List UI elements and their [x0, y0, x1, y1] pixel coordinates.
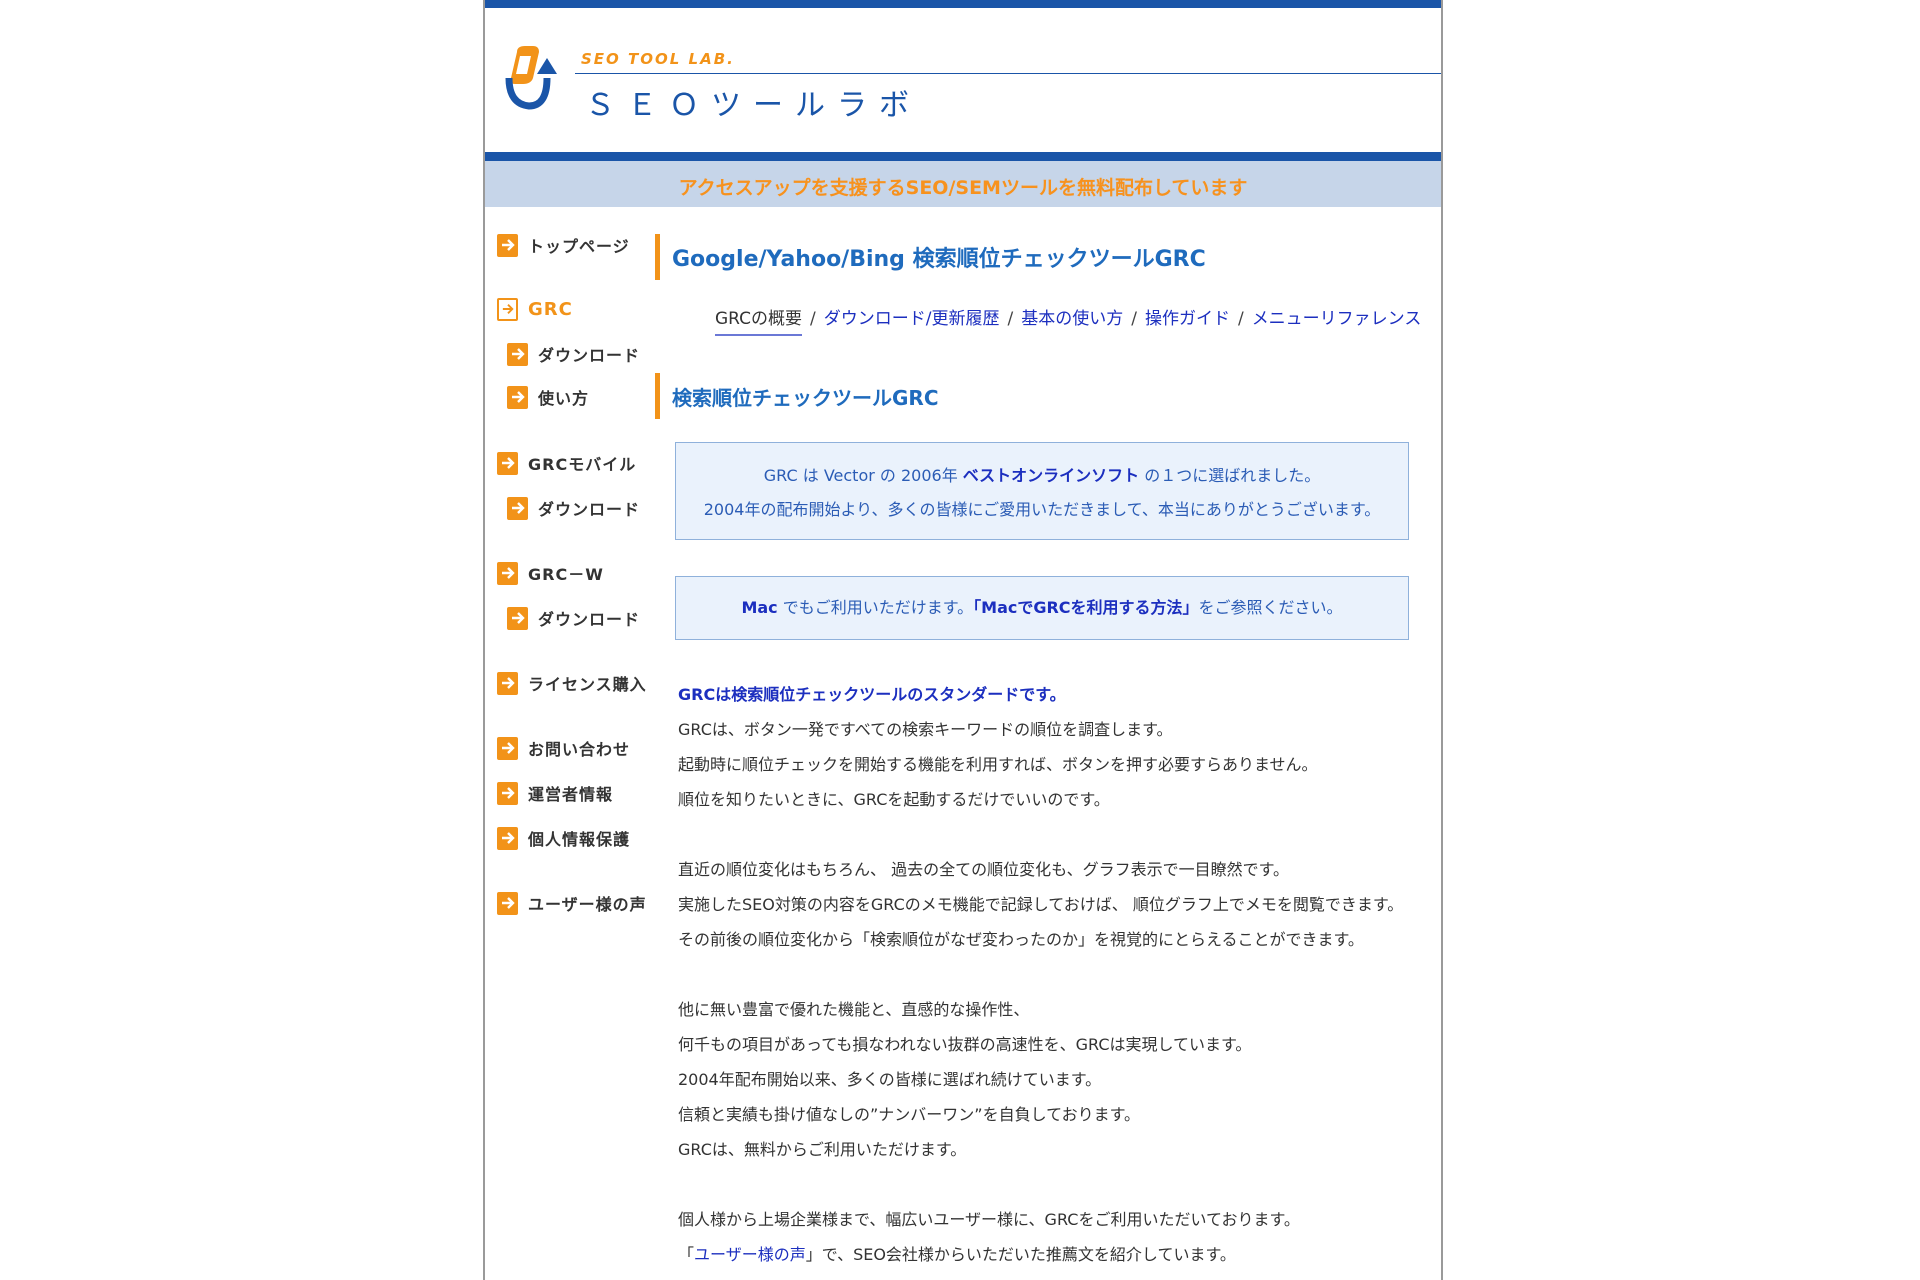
page-title: Google/Yahoo/Bing 検索順位チェックツールGRC [655, 234, 1206, 280]
description-body: GRCは検索順位チェックツールのスタンダードです。 GRCは、ボタン一発ですべて… [678, 677, 1403, 1272]
tab-basic-usage[interactable]: 基本の使い方 [1021, 309, 1123, 329]
arrow-right-icon [497, 561, 518, 585]
body-line: 順位を知りたいときに、GRCを起動するだけでいいのです。 [678, 790, 1110, 809]
body-line: 何千もの項目があっても損なわれない抜群の高速性を、GRCは実現しています。 [678, 1035, 1252, 1054]
sidebar-item-grc-usage[interactable]: 使い方 [507, 382, 589, 412]
body-text: 」で、SEO会社様からいただいた推薦文を紹介しています。 [805, 1245, 1236, 1264]
award-text: GRC は Vector の 2006年 [763, 466, 963, 485]
sidebar-item-label: 使い方 [538, 389, 590, 408]
page-container: SEO TOOL LAB. ＳＥＯツールラボ アクセスアップを支援するSEO/S… [483, 0, 1443, 1280]
sidebar-item-label: ダウンロード [538, 346, 641, 365]
sidebar-item-label: ダウンロード [538, 610, 641, 629]
paragraph: GRCは、ボタン一発ですべての検索キーワードの順位を調査します。 起動時に順位チ… [678, 712, 1403, 817]
logo-title: ＳＥＯツールラボ [585, 88, 921, 123]
sidebar-item-grc-mobile-download[interactable]: ダウンロード [507, 493, 640, 523]
tab-separator: / [1237, 309, 1244, 329]
body-line: 直近の順位変化はもちろん、 過去の全ての順位変化も、グラフ表示で一目瞭然です。 [678, 860, 1290, 879]
section-title: 検索順位チェックツールGRC [655, 373, 939, 419]
lead-text: GRCは検索順位チェックツールのスタンダードです。 [678, 685, 1066, 704]
sidebar-item-label: GRC－W [528, 565, 604, 584]
tagline-bar: アクセスアップを支援するSEO/SEMツールを無料配布しています [485, 161, 1441, 207]
arrow-right-icon [497, 451, 518, 475]
sidebar-item-operator[interactable]: 運営者情報 [497, 778, 613, 808]
arrow-right-icon [497, 736, 518, 760]
sidebar-item-label: GRCモバイル [528, 455, 637, 474]
sidebar-item-license[interactable]: ライセンス購入 [497, 668, 647, 698]
sub-nav-tabs: GRCの概要 / ダウンロード/更新履歴 / 基本の使い方 / 操作ガイド / メニューリファレ… [715, 304, 1422, 336]
mac-label: Mac [741, 598, 778, 617]
top-accent-bar [485, 0, 1441, 8]
paragraph: 個人様から上場企業様まで、幅広いユーザー様に、GRCをご利用いただいております。… [678, 1202, 1403, 1272]
mac-notice-box: Mac でもご利用いただけます。「MacでGRCを利用する方法」をご参照ください… [675, 576, 1409, 640]
sidebar-item-label: 個人情報保護 [528, 830, 631, 849]
mac-text: でもご利用いただけます。 [777, 598, 974, 617]
sidebar-item-label: 運営者情報 [528, 785, 614, 804]
sidebar-item-label: ダウンロード [538, 500, 641, 519]
sidebar-item-grc-download[interactable]: ダウンロード [507, 339, 640, 369]
tab-separator: / [1131, 309, 1137, 329]
tab-download[interactable]: ダウンロード/更新履歴 [824, 309, 1000, 329]
user-voice-link[interactable]: ユーザー様の声 [694, 1245, 806, 1264]
body-line: 実施したSEO対策の内容をGRCのメモ機能で記録しておけば、 順位グラフ上でメモ… [678, 895, 1404, 914]
sidebar-item-label: トップページ [528, 237, 630, 256]
logo-mark-icon [505, 46, 557, 110]
body-line: GRCは、無料からご利用いただけます。 [678, 1140, 967, 1159]
award-line-1: GRC は Vector の 2006年 ベストオンラインソフト の１つに選ばれ… [676, 459, 1408, 493]
award-line-2: 2004年の配布開始より、多くの皆様にご愛用いただきまして、本当にありがとうござ… [703, 500, 1381, 519]
arrow-right-icon [497, 781, 518, 805]
sidebar-item-grc-mobile[interactable]: GRCモバイル [497, 448, 636, 478]
header-divider-bar [485, 152, 1441, 161]
body-line: 個人様から上場企業様まで、幅広いユーザー様に、GRCをご利用いただいております。 [678, 1210, 1300, 1229]
arrow-right-icon [497, 233, 518, 257]
sidebar-item-top-page[interactable]: トップページ [497, 230, 630, 260]
sidebar-item-label: ライセンス購入 [528, 675, 647, 694]
body-line: 信頼と実績も掛け値なしの”ナンバーワン”を自負しております。 [678, 1105, 1141, 1124]
logo-rule [575, 73, 1441, 74]
sidebar-item-label: お問い合わせ [528, 740, 631, 759]
sidebar-item-grc-w[interactable]: GRC－W [497, 558, 604, 588]
sidebar-item-label: GRC [528, 298, 573, 320]
tab-separator: / [1007, 309, 1014, 329]
award-notice-box: GRC は Vector の 2006年 ベストオンラインソフト の１つに選ばれ… [675, 442, 1409, 540]
arrow-right-icon [497, 891, 518, 915]
award-text: の１つに選ばれました。 [1139, 466, 1321, 485]
arrow-right-icon [497, 671, 518, 695]
body-line: GRCは、ボタン一発ですべての検索キーワードの順位を調査します。 [678, 720, 1173, 739]
mac-text: をご参照ください。 [1198, 598, 1343, 617]
body-line: 起動時に順位チェックを開始する機能を利用すれば、ボタンを押す必要すらありません。 [678, 755, 1318, 774]
tab-menu-reference[interactable]: メニューリファレンス [1252, 309, 1422, 329]
tab-operation-guide[interactable]: 操作ガイド [1145, 309, 1230, 329]
body-line: 他に無い豊富で優れた機能と、直感的な操作性、 [678, 1000, 1030, 1019]
logo-subtitle: SEO TOOL LAB. [581, 50, 735, 68]
arrow-right-icon [497, 297, 518, 321]
mac-guide-link[interactable]: 「MacでGRCを利用する方法」 [973, 598, 1198, 617]
arrow-right-icon [507, 606, 528, 630]
bracket-text: 「 [678, 1245, 695, 1264]
body-line: 2004年配布開始以来、多くの皆様に選ばれ続けています。 [678, 1070, 1102, 1089]
arrow-right-icon [507, 342, 528, 366]
user-voice-line: 「ユーザー様の声」で、SEO会社様からいただいた推薦文を紹介しています。 [678, 1237, 1403, 1272]
sidebar-item-privacy[interactable]: 個人情報保護 [497, 823, 630, 853]
sidebar-item-grc-w-download[interactable]: ダウンロード [507, 603, 640, 633]
tab-overview[interactable]: GRCの概要 [715, 309, 803, 336]
sidebar-item-contact[interactable]: お問い合わせ [497, 733, 630, 763]
arrow-right-icon [497, 826, 518, 850]
award-highlight: ベストオンラインソフト [962, 466, 1140, 485]
arrow-right-icon [507, 496, 528, 520]
site-logo[interactable]: SEO TOOL LAB. ＳＥＯツールラボ [503, 44, 1441, 123]
body-line: その前後の順位変化から「検索順位がなぜ変わったのか」を視覚的にとらえることができ… [678, 930, 1364, 949]
tab-separator: / [810, 309, 816, 329]
sidebar-item-grc[interactable]: GRC [497, 294, 573, 324]
sidebar-item-label: ユーザー様の声 [528, 895, 647, 914]
paragraph: 直近の順位変化はもちろん、 過去の全ての順位変化も、グラフ表示で一目瞭然です。 … [678, 852, 1403, 957]
paragraph: 他に無い豊富で優れた機能と、直感的な操作性、 何千もの項目があっても損なわれない… [678, 992, 1403, 1167]
arrow-right-icon [507, 385, 528, 409]
sidebar-item-user-voice[interactable]: ユーザー様の声 [497, 888, 647, 918]
tagline-text: アクセスアップを支援するSEO/SEMツールを無料配布しています [678, 177, 1248, 199]
